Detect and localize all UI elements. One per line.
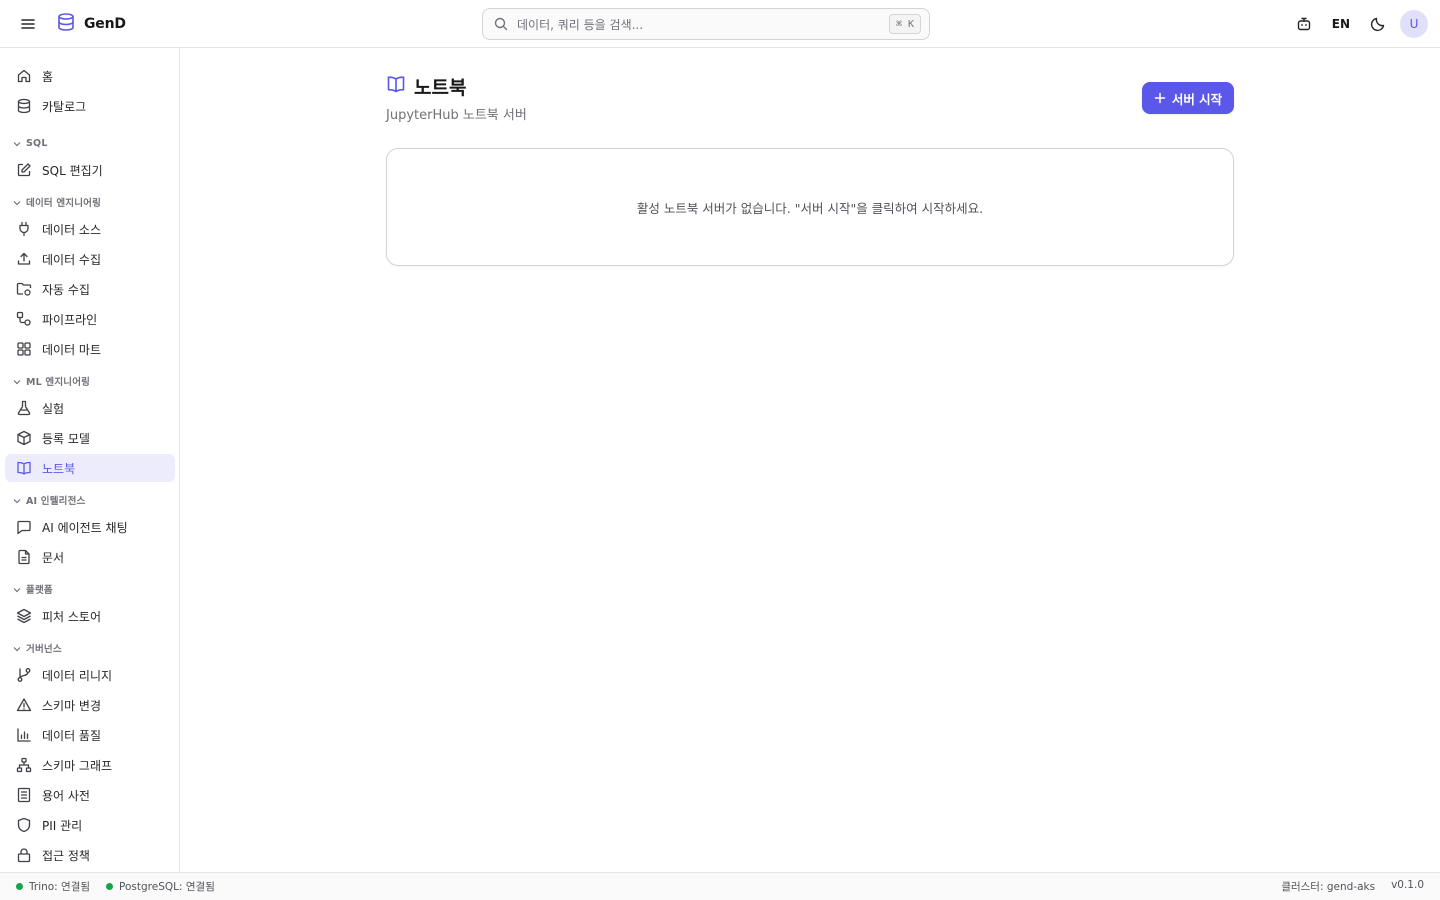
edit-icon xyxy=(16,162,32,178)
sidebar-item-registered-models[interactable]: 등록 모델 xyxy=(5,424,175,452)
sidebar-item-data-lineage[interactable]: 데이터 리니지 xyxy=(5,661,175,689)
trino-status-text: Trino: 연결됨 xyxy=(29,881,91,893)
sidebar-item-sql-editor[interactable]: SQL 편집기 xyxy=(5,156,175,184)
document-icon xyxy=(16,549,32,565)
sidebar-item-feature-store[interactable]: 피처 스토어 xyxy=(5,602,175,630)
pipeline-icon xyxy=(16,311,32,327)
section-ai-intelligence[interactable]: AI 인텔리전스 xyxy=(12,492,86,508)
box-icon xyxy=(16,430,32,446)
chevron-down-icon xyxy=(12,134,22,153)
layers-icon xyxy=(16,608,32,624)
database-logo-icon xyxy=(56,12,76,36)
chevron-down-icon xyxy=(12,491,22,510)
page-header: 노트북 xyxy=(386,72,466,100)
chevron-down-icon xyxy=(12,639,22,658)
section-governance[interactable]: 거버넌스 xyxy=(12,640,62,656)
search-icon xyxy=(493,16,509,32)
moon-icon[interactable] xyxy=(1364,10,1392,38)
top-actions: EN U xyxy=(1290,8,1428,40)
sidebar-item-data-source[interactable]: 데이터 소스 xyxy=(5,215,175,243)
avatar[interactable]: U xyxy=(1400,10,1428,38)
sidebar-item-pii[interactable]: PII 관리 xyxy=(5,811,175,839)
sidebar-item-auto-ingest[interactable]: 자동 수집 xyxy=(5,275,175,303)
status-bar: Trino: 연결됨 PostgreSQL: 연결됨 클러스터: gend-ak… xyxy=(0,872,1440,900)
sidebar: 홈 카탈로그 SQL SQL 편집기 데이터 엔지니어링 데이터 소스 데이터 … xyxy=(0,48,180,872)
shield-icon xyxy=(16,817,32,833)
search-input[interactable]: 데이터, 쿼리 등을 검색... ⌘ K xyxy=(482,8,930,40)
status-right: 클러스터: gend-aks v0.1.0 xyxy=(1281,879,1424,894)
warning-icon xyxy=(16,697,32,713)
trino-status: Trino: 연결됨 xyxy=(16,879,90,894)
database-icon xyxy=(16,98,32,114)
brand-name: GenD xyxy=(84,16,126,32)
sidebar-item-experiments[interactable]: 실험 xyxy=(5,394,175,422)
postgres-status-text: PostgreSQL: 연결됨 xyxy=(119,881,215,893)
plug-icon xyxy=(16,221,32,237)
sidebar-item-data-quality[interactable]: 데이터 품질 xyxy=(5,721,175,749)
plus-icon xyxy=(1154,89,1166,108)
empty-state-message: 활성 노트북 서버가 없습니다. "서버 시작"을 클릭하여 시작하세요. xyxy=(636,200,984,216)
book-icon xyxy=(386,74,406,98)
search-shortcut: ⌘ K xyxy=(888,14,921,34)
sidebar-item-ai-agent-chat[interactable]: AI 에이전트 채팅 xyxy=(5,513,175,541)
sidebar-item-pipeline[interactable]: 파이프라인 xyxy=(5,305,175,333)
sidebar-item-glossary[interactable]: 용어 사전 xyxy=(5,781,175,809)
section-data-engineering[interactable]: 데이터 엔지니어링 xyxy=(12,194,101,210)
flask-icon xyxy=(16,400,32,416)
menu-icon[interactable] xyxy=(16,12,40,36)
sidebar-item-catalog[interactable]: 카탈로그 xyxy=(5,92,175,120)
sidebar-item-schema-change[interactable]: 스키마 변경 xyxy=(5,691,175,719)
chevron-down-icon xyxy=(12,580,22,599)
section-platform[interactable]: 플랫폼 xyxy=(12,581,53,597)
sidebar-item-notebook[interactable]: 노트북 xyxy=(5,454,175,482)
search-placeholder: 데이터, 쿼리 등을 검색... xyxy=(517,17,644,32)
sidebar-item-home[interactable]: 홈 xyxy=(5,62,175,90)
empty-state-card: 활성 노트북 서버가 없습니다. "서버 시작"을 클릭하여 시작하세요. xyxy=(386,148,1234,266)
book-icon xyxy=(16,460,32,476)
section-sql[interactable]: SQL xyxy=(12,135,48,151)
page-subtitle: JupyterHub 노트북 서버 xyxy=(386,108,527,123)
status-dot xyxy=(16,883,23,890)
upload-icon xyxy=(16,251,32,267)
app-version: v0.1.0 xyxy=(1391,879,1424,891)
lock-icon xyxy=(16,847,32,863)
sidebar-item-data-ingest[interactable]: 데이터 수집 xyxy=(5,245,175,273)
language-toggle[interactable]: EN xyxy=(1326,10,1356,38)
chat-icon xyxy=(16,519,32,535)
start-server-label: 서버 시작 xyxy=(1171,91,1223,107)
top-bar: GenD 데이터, 쿼리 등을 검색... ⌘ K EN U xyxy=(0,0,1440,48)
chevron-down-icon xyxy=(12,193,22,212)
postgres-status: PostgreSQL: 연결됨 xyxy=(106,879,215,894)
folder-sync-icon xyxy=(16,281,32,297)
git-branch-icon xyxy=(16,667,32,683)
network-icon xyxy=(16,757,32,773)
section-ml-engineering[interactable]: ML 엔지니어링 xyxy=(12,373,90,389)
sidebar-item-data-mart[interactable]: 데이터 마트 xyxy=(5,335,175,363)
sidebar-item-documents[interactable]: 문서 xyxy=(5,543,175,571)
sidebar-item-access-policy[interactable]: 접근 정책 xyxy=(5,841,175,869)
bar-chart-icon xyxy=(16,727,32,743)
home-icon xyxy=(16,68,32,84)
book-list-icon xyxy=(16,787,32,803)
sidebar-item-schema-graph[interactable]: 스키마 그래프 xyxy=(5,751,175,779)
chevron-down-icon xyxy=(12,372,22,391)
brand[interactable]: GenD xyxy=(56,12,126,36)
start-server-button[interactable]: 서버 시작 xyxy=(1142,82,1234,114)
bot-icon[interactable] xyxy=(1290,10,1318,38)
status-dot xyxy=(106,883,114,890)
page-title: 노트북 xyxy=(414,76,467,99)
cluster-name: 클러스터: gend-aks xyxy=(1281,881,1376,893)
grid-icon xyxy=(16,341,32,357)
